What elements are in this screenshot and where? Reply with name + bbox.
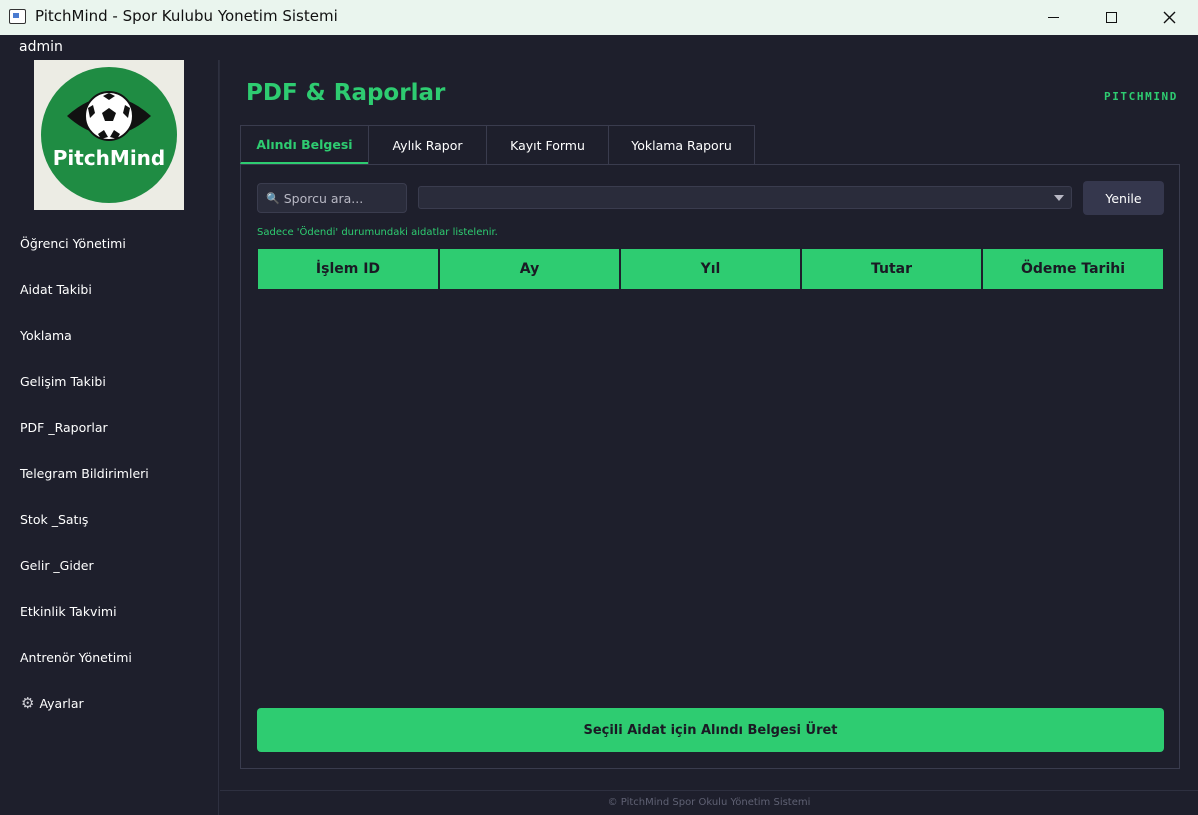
sidebar-item-ayarlar[interactable]: ⚙ Ayarlar (0, 680, 219, 726)
search-box: 🔍 (257, 183, 407, 213)
minimize-icon (1047, 17, 1059, 18)
maximize-icon (1105, 12, 1117, 23)
sidebar-item-pdf-raporlar[interactable]: PDF _Raporlar (0, 404, 219, 450)
tab-yoklama-raporu[interactable]: Yoklama Raporu (608, 125, 755, 164)
tab-panel: 🔍 Yenile Sadece 'Ödendi' durumundaki aid… (240, 164, 1180, 769)
sidebar-item-label: PDF _Raporlar (20, 419, 108, 435)
app-window-icon (9, 9, 26, 24)
sidebar-item-label: Stok _Satış (20, 511, 89, 527)
brand-label: PITCHMIND (1103, 90, 1178, 103)
soccer-eye-icon (67, 91, 151, 141)
table-header: İşlem ID Ay Yıl Tutar Ödeme Tarihi (258, 249, 1163, 289)
column-header-ay[interactable]: Ay (440, 249, 621, 289)
refresh-button[interactable]: Yenile (1083, 181, 1164, 215)
sidebar-item-etkinlik-takvimi[interactable]: Etkinlik Takvimi (0, 588, 219, 634)
menu-bar: admin (0, 35, 1198, 60)
footer-text: © PitchMind Spor Okulu Yönetim Sistemi (607, 797, 811, 808)
tab-aylik-rapor[interactable]: Aylık Rapor (368, 125, 487, 164)
report-tabs: Alındı Belgesi Aylık Rapor Kayıt Formu Y… (240, 125, 755, 165)
sidebar-item-label: Etkinlik Takvimi (20, 603, 117, 619)
sidebar-item-ogrenci-yonetimi[interactable]: Öğrenci Yönetimi (0, 220, 219, 266)
title-bar: PitchMind - Spor Kulubu Yonetim Sistemi (0, 0, 1198, 35)
close-icon (1163, 11, 1175, 24)
column-header-odeme-tarihi[interactable]: Ödeme Tarihi (983, 249, 1163, 289)
search-input[interactable] (283, 190, 394, 206)
sidebar-item-gelir-gider[interactable]: Gelir _Gider (0, 542, 219, 588)
tab-kayit-formu[interactable]: Kayıt Formu (486, 125, 609, 164)
column-header-yil[interactable]: Yıl (621, 249, 802, 289)
logo-text: PitchMind (52, 146, 166, 170)
logo: PitchMind (34, 60, 184, 210)
filter-hint: Sadece 'Ödendi' durumundaki aidatlar lis… (257, 227, 498, 238)
maximize-button[interactable] (1082, 0, 1140, 35)
athlete-select[interactable] (418, 186, 1072, 209)
page-title: PDF & Raporlar (246, 80, 446, 106)
sidebar-item-antrenor-yonetimi[interactable]: Antrenör Yönetimi (0, 634, 219, 680)
sidebar-item-stok-satis[interactable]: Stok _Satış (0, 496, 219, 542)
sidebar-item-label: Antrenör Yönetimi (20, 649, 132, 665)
search-icon: 🔍 (266, 191, 280, 205)
sidebar-item-label: Aidat Takibi (20, 281, 92, 297)
sidebar-item-telegram[interactable]: Telegram Bildirimleri (0, 450, 219, 496)
gear-icon: ⚙ (21, 694, 35, 712)
sidebar-item-label: Ayarlar (39, 695, 84, 711)
column-header-islem-id[interactable]: İşlem ID (258, 249, 440, 289)
sidebar-nav: Öğrenci Yönetimi Aidat Takibi Yoklama Ge… (0, 220, 219, 726)
close-button[interactable] (1140, 0, 1198, 35)
chevron-down-icon (1054, 195, 1064, 201)
main-content: PDF & Raporlar PITCHMIND Alındı Belgesi … (220, 60, 1198, 790)
sidebar-item-label: Yoklama (20, 327, 72, 343)
window-title: PitchMind - Spor Kulubu Yonetim Sistemi (35, 7, 338, 25)
minimize-button[interactable] (1024, 0, 1082, 35)
tab-alindi-belgesi[interactable]: Alındı Belgesi (240, 125, 369, 164)
sidebar: PitchMind Öğrenci Yönetimi Aidat Takibi … (0, 60, 219, 815)
sidebar-item-label: Gelir _Gider (20, 557, 94, 573)
sidebar-item-label: Öğrenci Yönetimi (20, 235, 126, 251)
sidebar-item-label: Telegram Bildirimleri (20, 465, 149, 481)
sidebar-item-aidat-takibi[interactable]: Aidat Takibi (0, 266, 219, 312)
footer: © PitchMind Spor Okulu Yönetim Sistemi (220, 790, 1198, 815)
column-header-tutar[interactable]: Tutar (802, 249, 983, 289)
sidebar-item-yoklama[interactable]: Yoklama (0, 312, 219, 358)
generate-receipt-button[interactable]: Seçili Aidat için Alındı Belgesi Üret (257, 708, 1164, 752)
sidebar-item-label: Gelişim Takibi (20, 373, 106, 389)
menu-admin[interactable]: admin (19, 39, 63, 55)
sidebar-item-gelisim-takibi[interactable]: Gelişim Takibi (0, 358, 219, 404)
